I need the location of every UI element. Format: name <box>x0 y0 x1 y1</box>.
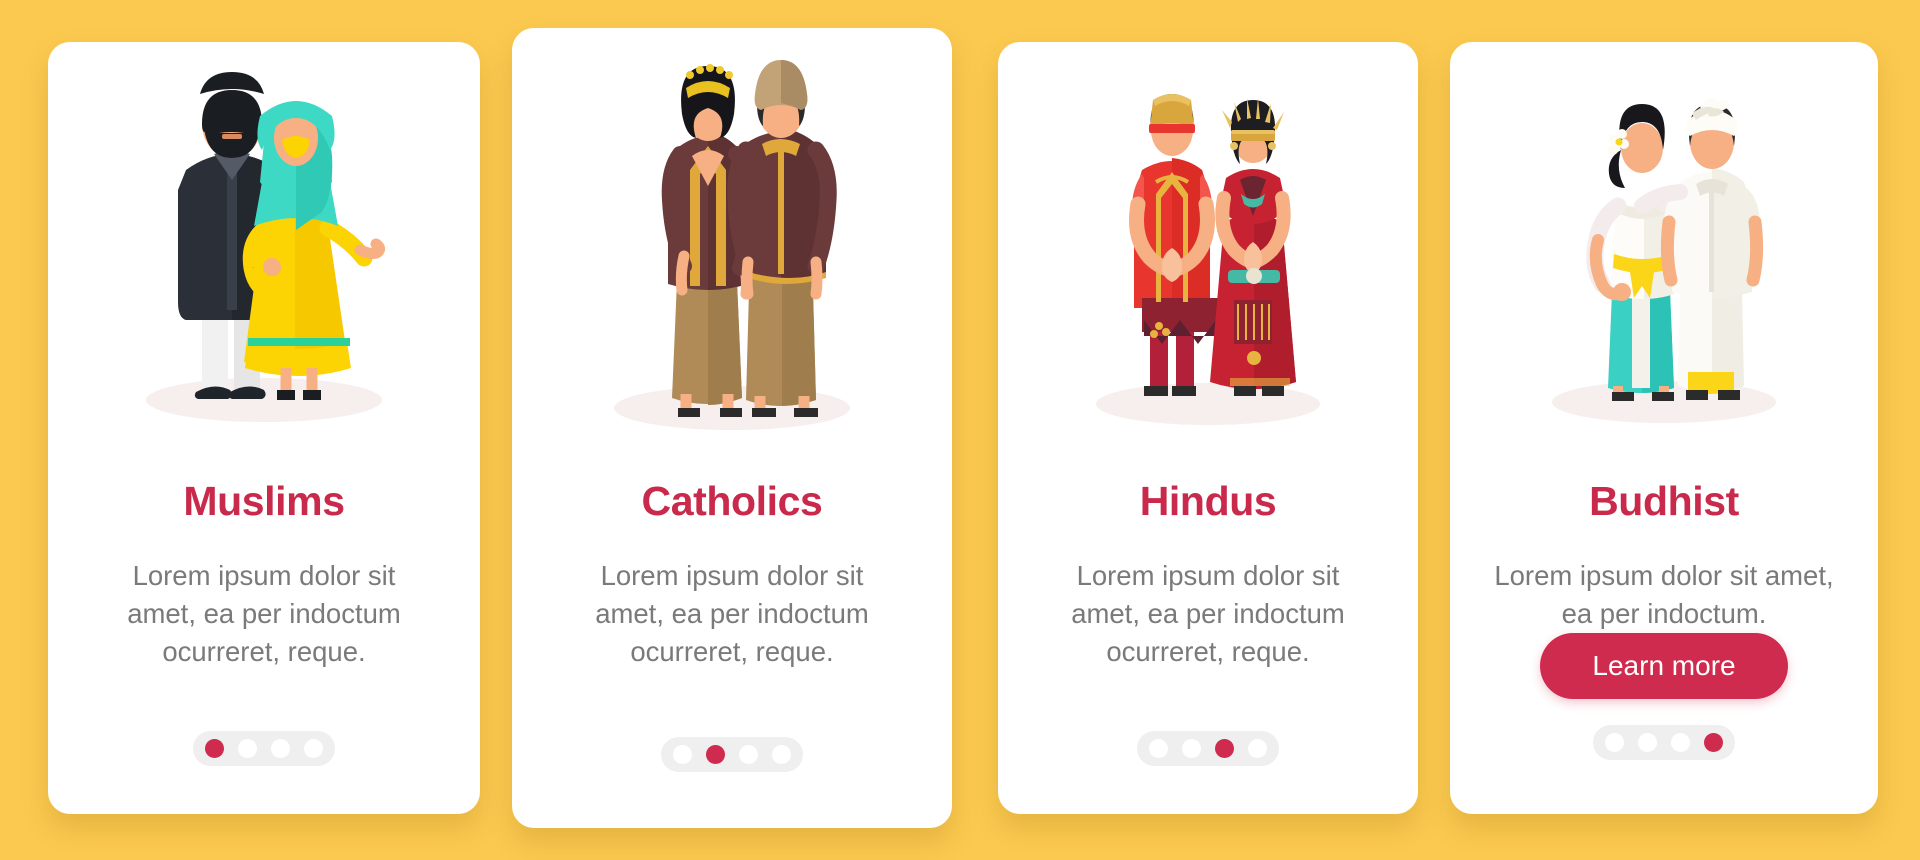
pagination-dot-2[interactable] <box>1182 739 1201 758</box>
pagination-dot-3[interactable] <box>271 739 290 758</box>
pagination-dots[interactable] <box>661 737 803 772</box>
buddhist-couple-svg <box>1552 97 1776 423</box>
card-description: Lorem ipsum dolor sit amet, ea per indoc… <box>1494 560 1834 629</box>
learn-more-button[interactable]: Learn more <box>1540 632 1788 699</box>
onboarding-card-budhist[interactable]: Budhist Lorem ipsum dolor sit amet, ea p… <box>1450 42 1878 814</box>
muslim-couple-svg <box>146 72 386 422</box>
card-title: Catholics <box>641 478 823 524</box>
pagination-dot-4[interactable] <box>304 739 323 758</box>
pagination-dot-2[interactable] <box>238 739 257 758</box>
catholic-couple-svg <box>614 60 850 430</box>
card-title: Budhist <box>1589 478 1739 524</box>
hindu-couple-illustration <box>998 42 1418 472</box>
pagination-dots[interactable] <box>1137 731 1279 766</box>
pagination-dot-1[interactable] <box>673 745 692 764</box>
pagination-dot-1[interactable] <box>1605 732 1624 752</box>
pagination-dots[interactable] <box>193 731 335 766</box>
pagination-dot-3[interactable] <box>739 745 758 764</box>
buddhist-couple-illustration <box>1450 42 1878 472</box>
pagination-dot-4[interactable] <box>1704 732 1723 752</box>
card-title: Muslims <box>183 478 345 524</box>
pagination-dot-1[interactable] <box>205 739 224 758</box>
card-description: Lorem ipsum dolor sit amet, ea per indoc… <box>127 560 401 667</box>
onboarding-card-catholics[interactable]: Catholics Lorem ipsum dolor sit amet, ea… <box>512 28 952 828</box>
onboarding-screens-container: Muslims Lorem ipsum dolor sit amet, ea p… <box>0 0 1920 860</box>
card-title: Hindus <box>1139 478 1277 524</box>
pagination-dot-2[interactable] <box>1638 732 1657 752</box>
pagination-dot-3[interactable] <box>1215 739 1234 758</box>
card-description: Lorem ipsum dolor sit amet, ea per indoc… <box>1071 560 1345 667</box>
pagination-dot-1[interactable] <box>1149 739 1168 758</box>
hindu-couple-svg <box>1096 94 1320 425</box>
onboarding-card-muslims[interactable]: Muslims Lorem ipsum dolor sit amet, ea p… <box>48 42 480 814</box>
onboarding-card-hindus[interactable]: Hindus Lorem ipsum dolor sit amet, ea pe… <box>998 42 1418 814</box>
pagination-dots[interactable] <box>1593 724 1735 760</box>
card-description: Lorem ipsum dolor sit amet, ea per indoc… <box>595 560 869 667</box>
pagination-dot-3[interactable] <box>1671 732 1690 752</box>
pagination-dot-4[interactable] <box>1248 739 1267 758</box>
catholic-couple-illustration <box>512 28 952 478</box>
muslim-couple-illustration <box>48 42 480 472</box>
pagination-dot-4[interactable] <box>772 745 791 764</box>
pagination-dot-2[interactable] <box>706 745 725 764</box>
